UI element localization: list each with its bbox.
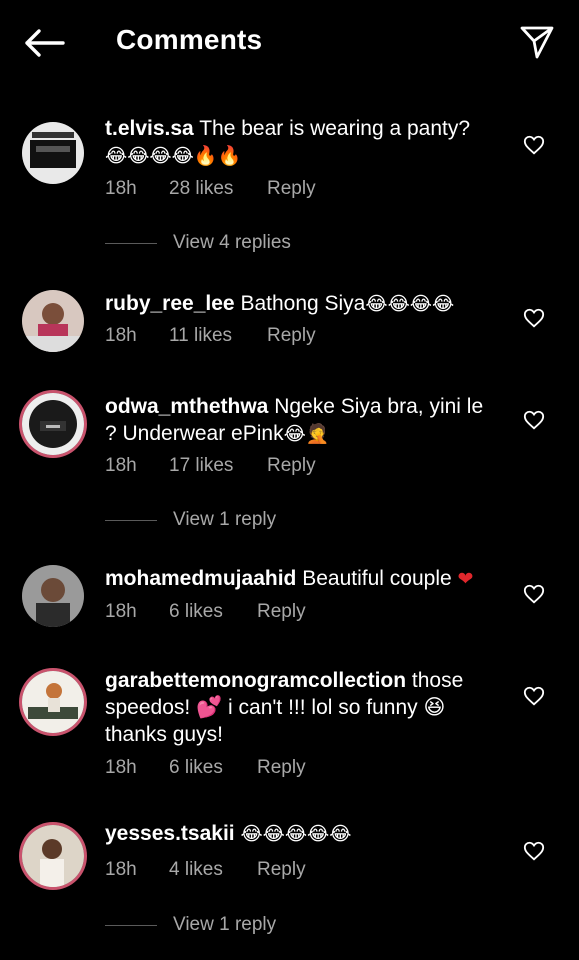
view-replies-link[interactable]: View 4 replies: [105, 232, 291, 254]
divider-line: [105, 519, 157, 521]
comment-meta: 18h 28 likes Reply: [105, 178, 316, 200]
arrow-left-icon: [25, 29, 65, 57]
avatar[interactable]: [22, 290, 84, 352]
comment-text: The bear is wearing a panty?: [199, 117, 471, 140]
avatar[interactable]: [22, 565, 84, 627]
reply-button[interactable]: Reply: [257, 601, 306, 623]
comment-text: Beautiful couple: [302, 567, 452, 590]
like-heart-icon[interactable]: [523, 685, 545, 707]
share-button[interactable]: [517, 22, 557, 62]
comment-username[interactable]: odwa_mthethwa: [105, 395, 268, 418]
comment-meta: 18h 17 likes Reply: [105, 455, 316, 477]
comment-username[interactable]: ruby_ree_lee: [105, 292, 235, 315]
comment-text: Bathong Siya: [240, 292, 366, 315]
reply-button[interactable]: Reply: [257, 757, 306, 779]
view-replies-link[interactable]: View 1 reply: [105, 914, 276, 936]
comment-likes[interactable]: 17 likes: [169, 455, 267, 477]
reply-button[interactable]: Reply: [267, 178, 316, 200]
comment-time: 18h: [105, 325, 137, 346]
like-heart-icon[interactable]: [523, 840, 545, 862]
like-heart-icon[interactable]: [523, 134, 545, 156]
comment-meta: 18h 11 likes Reply: [105, 325, 316, 347]
comment-time: 18h: [105, 757, 137, 778]
back-button[interactable]: [18, 20, 70, 66]
like-heart-icon[interactable]: [523, 583, 545, 605]
red-heart-icon: ❤: [457, 568, 474, 590]
comment-emoji: 😂🤦: [283, 423, 330, 445]
comment-emoji: 😂😂😂😂😂: [240, 823, 352, 845]
page-title: Comments: [116, 24, 263, 55]
avatar[interactable]: [22, 671, 84, 733]
top-bar: Comments: [0, 0, 579, 88]
reply-button[interactable]: Reply: [257, 859, 306, 881]
divider-line: [105, 924, 157, 926]
avatar[interactable]: [22, 393, 84, 455]
paper-plane-icon: [520, 26, 554, 59]
comment-time: 18h: [105, 178, 137, 199]
comment-likes[interactable]: 6 likes: [169, 601, 257, 623]
comment-likes[interactable]: 28 likes: [169, 178, 267, 200]
comment-username[interactable]: yesses.tsakii: [105, 822, 235, 845]
comment-likes[interactable]: 6 likes: [169, 757, 257, 779]
like-heart-icon[interactable]: [523, 409, 545, 431]
avatar[interactable]: [22, 122, 84, 184]
view-replies-link[interactable]: View 1 reply: [105, 509, 276, 531]
reply-button[interactable]: Reply: [267, 455, 316, 477]
comment-username[interactable]: t.elvis.sa: [105, 117, 194, 140]
comment-username[interactable]: mohamedmujaahid: [105, 567, 296, 590]
comment-emoji: 😂😂😂😂: [365, 293, 455, 315]
comment-time: 18h: [105, 859, 137, 880]
comment-time: 18h: [105, 455, 137, 476]
comment-likes[interactable]: 11 likes: [169, 325, 267, 347]
comment-username[interactable]: garabettemonogramcollection: [105, 669, 406, 692]
comment-meta: 18h 6 likes Reply: [105, 757, 306, 779]
avatar[interactable]: [22, 825, 84, 887]
comment-likes[interactable]: 4 likes: [169, 859, 257, 881]
comment-meta: 18h 4 likes Reply: [105, 859, 306, 881]
comment-time: 18h: [105, 601, 137, 622]
like-heart-icon[interactable]: [523, 307, 545, 329]
divider-line: [105, 242, 157, 244]
comment-meta: 18h 6 likes Reply: [105, 601, 306, 623]
comment-emoji: 😂😂😂😂🔥🔥: [105, 145, 242, 167]
reply-button[interactable]: Reply: [267, 325, 316, 347]
